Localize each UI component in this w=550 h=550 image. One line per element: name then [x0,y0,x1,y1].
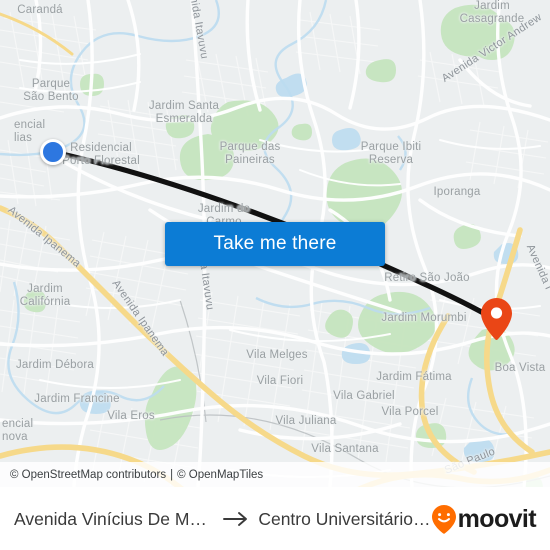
attribution-osm[interactable]: © OpenStreetMap contributors [10,469,166,481]
destination-marker[interactable] [480,297,513,341]
moovit-wordmark: moovit [457,504,537,533]
origin-label: Avenida Vinícius De Mora… [14,508,215,529]
arrow-right-icon [223,512,248,526]
origin-marker[interactable] [40,139,66,165]
moovit-pin-icon [431,505,456,534]
moovit-map-share-page: .w{fill:none;stroke:#bcdcf0;} .pk{fill:#… [0,0,550,550]
attribution-openmaptiles[interactable]: © OpenMapTiles [177,469,263,481]
attribution-separator: | [170,468,174,481]
take-me-there-button[interactable]: Take me there [165,222,385,266]
route-summary: Avenida Vinícius De Mora… Centro Univers… [14,509,431,530]
map-canvas[interactable]: .w{fill:none;stroke:#bcdcf0;} .pk{fill:#… [0,0,550,487]
footer-bar: Avenida Vinícius De Mora… Centro Univers… [0,487,550,550]
destination-label: Centro Universitário F… [258,508,431,529]
map-attribution: © OpenStreetMap contributors | © OpenMap… [0,462,550,487]
moovit-logo[interactable]: moovit [431,504,537,534]
map-pin-icon [481,298,512,340]
